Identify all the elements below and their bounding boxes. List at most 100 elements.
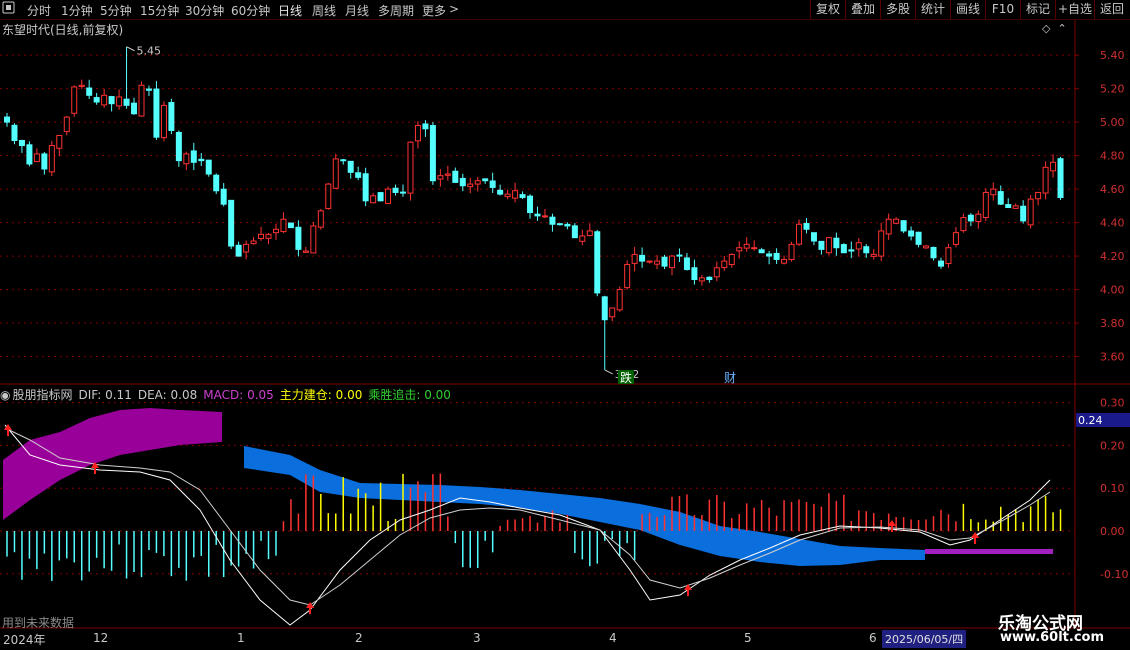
stats-button[interactable]: 统计 — [915, 0, 950, 19]
indicator-name[interactable]: 股朋指标网 — [12, 388, 72, 402]
candle-body — [93, 97, 100, 103]
back-button[interactable]: 返回 — [1094, 0, 1129, 19]
event-cai-label: 财 — [724, 371, 736, 385]
candle-body — [280, 218, 287, 233]
period-toolbar: 分时 1分钟 5分钟 15分钟 30分钟 60分钟 日线 周线 月线 多周期 更… — [0, 0, 1130, 20]
candle-body — [982, 191, 989, 219]
price-tick-label: 4.00 — [1100, 284, 1125, 297]
candle-body — [400, 191, 407, 194]
event-die-label: 跌 — [620, 370, 632, 385]
candle-body — [131, 102, 138, 115]
candle-body — [713, 267, 720, 278]
period-fenshi[interactable]: 分时 — [27, 2, 51, 19]
period-30min[interactable]: 30分钟 — [185, 2, 224, 19]
candle-body — [1005, 204, 1012, 209]
candle-body — [153, 88, 160, 138]
candle-body — [990, 188, 997, 196]
add-watchlist-button[interactable]: +自选 — [1055, 0, 1094, 19]
candle-body — [698, 277, 705, 282]
candle-body — [78, 84, 85, 88]
candle-body — [4, 116, 10, 123]
period-60min[interactable]: 60分钟 — [231, 2, 270, 19]
price-tick-label: 5.20 — [1100, 83, 1125, 96]
candle-body — [385, 188, 392, 204]
candle-body — [183, 153, 190, 165]
chengsheng-value: 乘胜追击: 0.00 — [368, 388, 451, 402]
candle-body — [168, 102, 175, 131]
x-label: 3 — [473, 631, 481, 645]
candle-body — [796, 223, 803, 245]
period-weekly[interactable]: 周线 — [312, 2, 336, 19]
candle-body — [429, 125, 436, 182]
x-label: 1 — [237, 631, 245, 645]
price-tick-label: 4.60 — [1100, 183, 1125, 196]
candle-body — [668, 255, 675, 269]
x-label: 2024年 — [3, 633, 46, 647]
more-arrow-icon[interactable]: > — [449, 2, 459, 16]
candle-body — [56, 135, 63, 149]
collapse-icon[interactable]: ◉ — [0, 388, 10, 402]
period-multi[interactable]: 多周期 — [378, 2, 414, 19]
overlay-button[interactable]: 叠加 — [845, 0, 880, 19]
x-label: 12 — [93, 631, 109, 645]
draw-line-button[interactable]: 画线 — [950, 0, 985, 19]
dif-value: DIF: 0.11 — [78, 388, 132, 402]
candle-body — [377, 192, 384, 202]
candle-body — [33, 153, 40, 163]
candle-body — [123, 98, 130, 106]
zhuli-value: 主力建仓: 0.00 — [279, 388, 363, 402]
blue-cloud — [244, 446, 925, 566]
candle-body — [1035, 191, 1042, 200]
candle-body — [840, 244, 847, 254]
candle-body — [504, 193, 511, 198]
candle-body — [355, 172, 362, 178]
candle-body — [205, 159, 212, 175]
candle-body — [766, 253, 773, 257]
candle-body — [325, 183, 332, 209]
period-15min[interactable]: 15分钟 — [140, 2, 179, 19]
multi-stock-button[interactable]: 多股 — [880, 0, 915, 19]
period-more[interactable]: 更多 — [422, 2, 446, 19]
candle-body — [138, 84, 145, 117]
price-tick-label: 4.40 — [1100, 217, 1125, 230]
candle-body — [571, 225, 578, 239]
future-data-warning: 用到未来数据 — [2, 616, 75, 630]
candle-body — [683, 257, 690, 270]
price-tick-label: 3.80 — [1100, 317, 1125, 330]
candle-body — [997, 191, 1004, 205]
candle-body — [519, 194, 526, 198]
candle-body — [101, 94, 108, 106]
period-5min[interactable]: 5分钟 — [100, 2, 132, 19]
fuquan-button[interactable]: 复权 — [810, 0, 845, 19]
period-monthly[interactable]: 月线 — [345, 2, 369, 19]
candle-body — [639, 254, 646, 262]
candle-body — [512, 190, 519, 199]
candle-body — [579, 235, 586, 242]
candle-body — [489, 180, 496, 188]
x-label: 2 — [355, 631, 363, 645]
candle-body — [556, 223, 563, 226]
current-value-label: 0.24 — [1078, 414, 1103, 427]
candle-body — [833, 237, 840, 249]
candle-body — [945, 247, 952, 264]
candle-body — [414, 124, 421, 142]
candle-body — [250, 240, 257, 245]
f10-button[interactable]: F10 — [985, 0, 1020, 19]
candle-body — [601, 296, 608, 321]
candle-body — [1027, 198, 1034, 226]
period-daily[interactable]: 日线 — [278, 2, 302, 19]
candle-body — [952, 232, 959, 245]
candle-body — [18, 139, 25, 147]
menu-square-icon[interactable] — [2, 1, 16, 18]
candle-body — [863, 246, 870, 254]
candle-body — [900, 220, 907, 232]
candle-body — [661, 256, 668, 267]
candle-body — [26, 144, 33, 165]
mark-button[interactable]: 标记 — [1020, 0, 1055, 19]
period-1min[interactable]: 1分钟 — [61, 2, 93, 19]
candle-body — [736, 247, 743, 252]
diamond-icon[interactable]: ◇ ⌃ — [1042, 22, 1067, 35]
candle-body — [302, 250, 309, 253]
candle-body — [773, 252, 780, 260]
kline-chart[interactable]: 5.40 5.20 5.00 4.80 4.60 4.40 4.20 4.00 3.80 3.60… — [0, 0, 1130, 650]
